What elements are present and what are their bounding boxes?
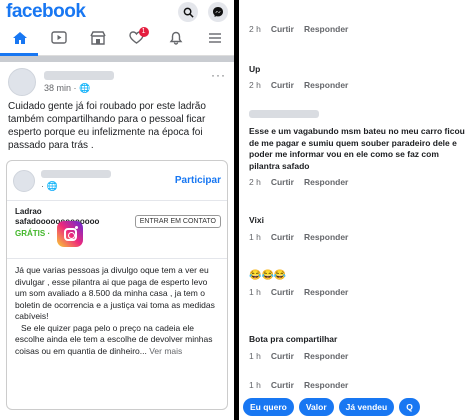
- avatar[interactable]: [8, 68, 36, 96]
- heart-icon[interactable]: 1: [122, 27, 152, 48]
- shared-post-time: · 🌐: [41, 180, 58, 191]
- comment: Esse e um vagabundo msm bateu no meu car…: [249, 110, 468, 187]
- search-icon[interactable]: [178, 2, 198, 22]
- post: 38 min · 🌐 ··· Cuidado gente já foi roub…: [0, 62, 234, 410]
- listing-description-paragraph-1: Já que varias pessoas ja divulgo oque te…: [15, 265, 215, 321]
- notification-badge: 1: [138, 27, 149, 37]
- messenger-icon[interactable]: [208, 2, 228, 22]
- like-button[interactable]: Curtir: [271, 351, 294, 361]
- comment: Up 2 h Curtir Responder: [249, 64, 468, 90]
- comment-text: 😂😂😂: [249, 270, 287, 281]
- listing-price: GRÁTIS ·: [15, 229, 51, 238]
- redacted-author-name: [44, 70, 114, 80]
- reply-button[interactable]: Responder: [304, 177, 348, 187]
- like-button[interactable]: Curtir: [271, 380, 294, 390]
- quick-reply-chip[interactable]: Eu quero: [243, 398, 294, 416]
- comment-time: 1 h: [249, 350, 261, 361]
- quick-reply-chip[interactable]: Já vendeu: [338, 398, 395, 416]
- post-text: Cuidado gente já foi roubado por este la…: [8, 101, 206, 151]
- post-header: 38 min · 🌐 ···: [0, 62, 234, 100]
- marketplace-listing: Ladrao safadooooooooooooo GRÁTIS · ENTRA…: [7, 201, 227, 259]
- listing-description: Já que varias pessoas ja divulgo oque te…: [7, 259, 227, 363]
- comment: Bota pra compartilhar 1 h Curtir Responder: [249, 334, 468, 361]
- like-button[interactable]: Curtir: [271, 177, 294, 187]
- comment-time: 1 h: [249, 286, 261, 297]
- like-button[interactable]: Curtir: [271, 287, 294, 297]
- comment: 😂😂😂 1 h Curtir Responder: [249, 270, 468, 297]
- shared-post-header: · 🌐 Participar: [7, 161, 227, 201]
- see-more-link[interactable]: Ver mais: [149, 346, 182, 356]
- like-button[interactable]: Curtir: [271, 80, 294, 90]
- more-options-icon[interactable]: ···: [211, 68, 226, 82]
- comment-text: Vixi: [249, 215, 264, 225]
- comment-time: 2 h: [249, 24, 261, 34]
- comment-time: 1 h: [249, 380, 261, 390]
- join-button[interactable]: Participar: [175, 175, 221, 186]
- facebook-logo: facebook: [6, 1, 86, 22]
- shared-avatar: [13, 169, 35, 192]
- instagram-icon: [57, 221, 83, 247]
- quick-reply-chips: Eu quero Valor Já vendeu Q: [239, 394, 474, 420]
- post-time: 38 min · 🌐: [44, 82, 91, 93]
- app-header: facebook: [0, 0, 234, 24]
- video-icon[interactable]: [44, 31, 74, 48]
- reply-button[interactable]: Responder: [304, 380, 348, 390]
- reply-button[interactable]: Responder: [304, 80, 348, 90]
- reply-button[interactable]: Responder: [304, 351, 348, 361]
- bell-icon[interactable]: [161, 31, 191, 49]
- comment-text: Up: [249, 64, 261, 74]
- reply-button[interactable]: Responder: [304, 24, 348, 34]
- comments-panel: 2 h Curtir Responder Up 2 h Curtir Responder…: [239, 0, 474, 420]
- menu-icon[interactable]: [200, 31, 230, 48]
- quick-reply-chip[interactable]: Q: [399, 398, 420, 416]
- comment-text: Bota pra compartilhar: [249, 334, 338, 344]
- comment-time: 1 h: [249, 231, 261, 242]
- shared-post[interactable]: · 🌐 Participar Ladrao safadooooooooooooo…: [6, 160, 228, 410]
- comment: 1 h Curtir Responder: [249, 380, 468, 390]
- like-button[interactable]: Curtir: [271, 232, 294, 242]
- listing-description-paragraph-2: Se ele quizer paga pelo o preço na cadei…: [15, 322, 213, 356]
- reply-button[interactable]: Responder: [304, 287, 348, 297]
- active-tab-indicator: [0, 53, 38, 56]
- redacted-group-name: [41, 169, 111, 178]
- home-icon[interactable]: [5, 31, 35, 49]
- redacted-commenter-name: [249, 110, 319, 118]
- comment-time: 2 h: [249, 177, 261, 187]
- like-button[interactable]: Curtir: [271, 24, 294, 34]
- facebook-post-panel: facebook 1 38 min · 🌐 ··· Cuidado gente …: [0, 0, 234, 420]
- comment: 2 h Curtir Responder: [249, 24, 468, 34]
- comment: Vixi 1 h Curtir Responder: [249, 215, 468, 242]
- comment-time: 2 h: [249, 79, 261, 90]
- contact-button[interactable]: ENTRAR EM CONTATO: [134, 215, 221, 228]
- marketplace-icon[interactable]: [83, 30, 113, 49]
- quick-reply-chip[interactable]: Valor: [298, 398, 334, 416]
- nav-bar: 1: [0, 24, 234, 56]
- comment-text: Esse e um vagabundo msm bateu no meu car…: [249, 126, 465, 171]
- reply-button[interactable]: Responder: [304, 232, 348, 242]
